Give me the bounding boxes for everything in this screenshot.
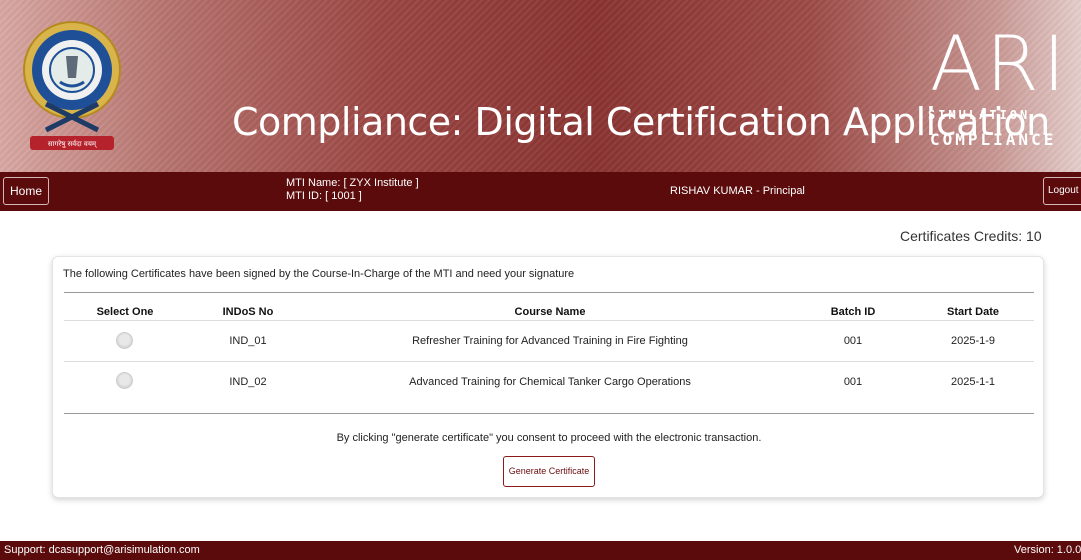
current-user: RISHAV KUMAR - Principal	[670, 185, 805, 197]
divider	[64, 361, 1034, 362]
col-header-select: Select One	[96, 306, 154, 318]
certificate-credits: Certificates Credits: 10	[900, 228, 1042, 244]
col-header-batch: Batch ID	[830, 306, 876, 318]
mti-info: MTI Name: [ ZYX Institute ] MTI ID: [ 10…	[286, 177, 419, 203]
cell-course: Advanced Training for Chemical Tanker Ca…	[409, 376, 691, 388]
cell-start-date: 2025-1-1	[950, 376, 996, 388]
cell-indos: IND_01	[229, 335, 267, 347]
top-navbar: Home MTI Name: [ ZYX Institute ] MTI ID:…	[0, 172, 1081, 211]
logo-motto-text: सागरेषु सर्वदा वयम्	[48, 139, 97, 148]
divider	[64, 292, 1034, 293]
mti-id: MTI ID: [ 1001 ]	[286, 190, 362, 202]
col-header-course: Course Name	[514, 306, 586, 318]
cell-indos: IND_02	[229, 376, 267, 388]
col-header-indos: INDoS No	[222, 306, 274, 318]
ari-logo-compliance: COMPLIANCE	[930, 130, 1057, 149]
footer-bar: Support: dcasupport@arisimulation.com Ve…	[0, 541, 1081, 560]
ari-simulation-logo: ARI SIMULATION COMPLIANCE	[924, 26, 1065, 156]
card-intro-text: The following Certificates have been sig…	[63, 268, 575, 280]
logout-button[interactable]: Logout	[1043, 177, 1081, 205]
consent-text: By clicking "generate certificate" you c…	[336, 432, 762, 444]
col-header-start-date: Start Date	[947, 306, 999, 318]
app-version: Version: 1.0.0.8	[1014, 544, 1081, 556]
support-email: Support: dcasupport@arisimulation.com	[4, 544, 200, 556]
divider	[64, 320, 1034, 321]
select-radio[interactable]	[116, 332, 133, 349]
cell-course: Refresher Training for Advanced Training…	[412, 335, 688, 347]
divider	[64, 413, 1034, 414]
cell-batch: 001	[843, 376, 863, 388]
pending-certificates-card: The following Certificates have been sig…	[52, 256, 1044, 498]
app-header: सागरेषु सर्वदा वयम् Compliance: Digital …	[0, 0, 1081, 172]
dg-shipping-emblem-logo: सागरेषु सर्वदा वयम्	[20, 12, 124, 154]
select-radio[interactable]	[116, 372, 133, 389]
ari-logo-simulation: SIMULATION	[928, 108, 1031, 122]
generate-certificate-button[interactable]: Generate Certificate	[503, 456, 595, 487]
home-button[interactable]: Home	[3, 177, 50, 205]
cell-start-date: 2025-1-9	[950, 335, 996, 347]
cell-batch: 001	[843, 335, 863, 347]
ari-logo-main: ARI	[930, 19, 1070, 108]
mti-name: MTI Name: [ ZYX Institute ]	[286, 177, 419, 189]
